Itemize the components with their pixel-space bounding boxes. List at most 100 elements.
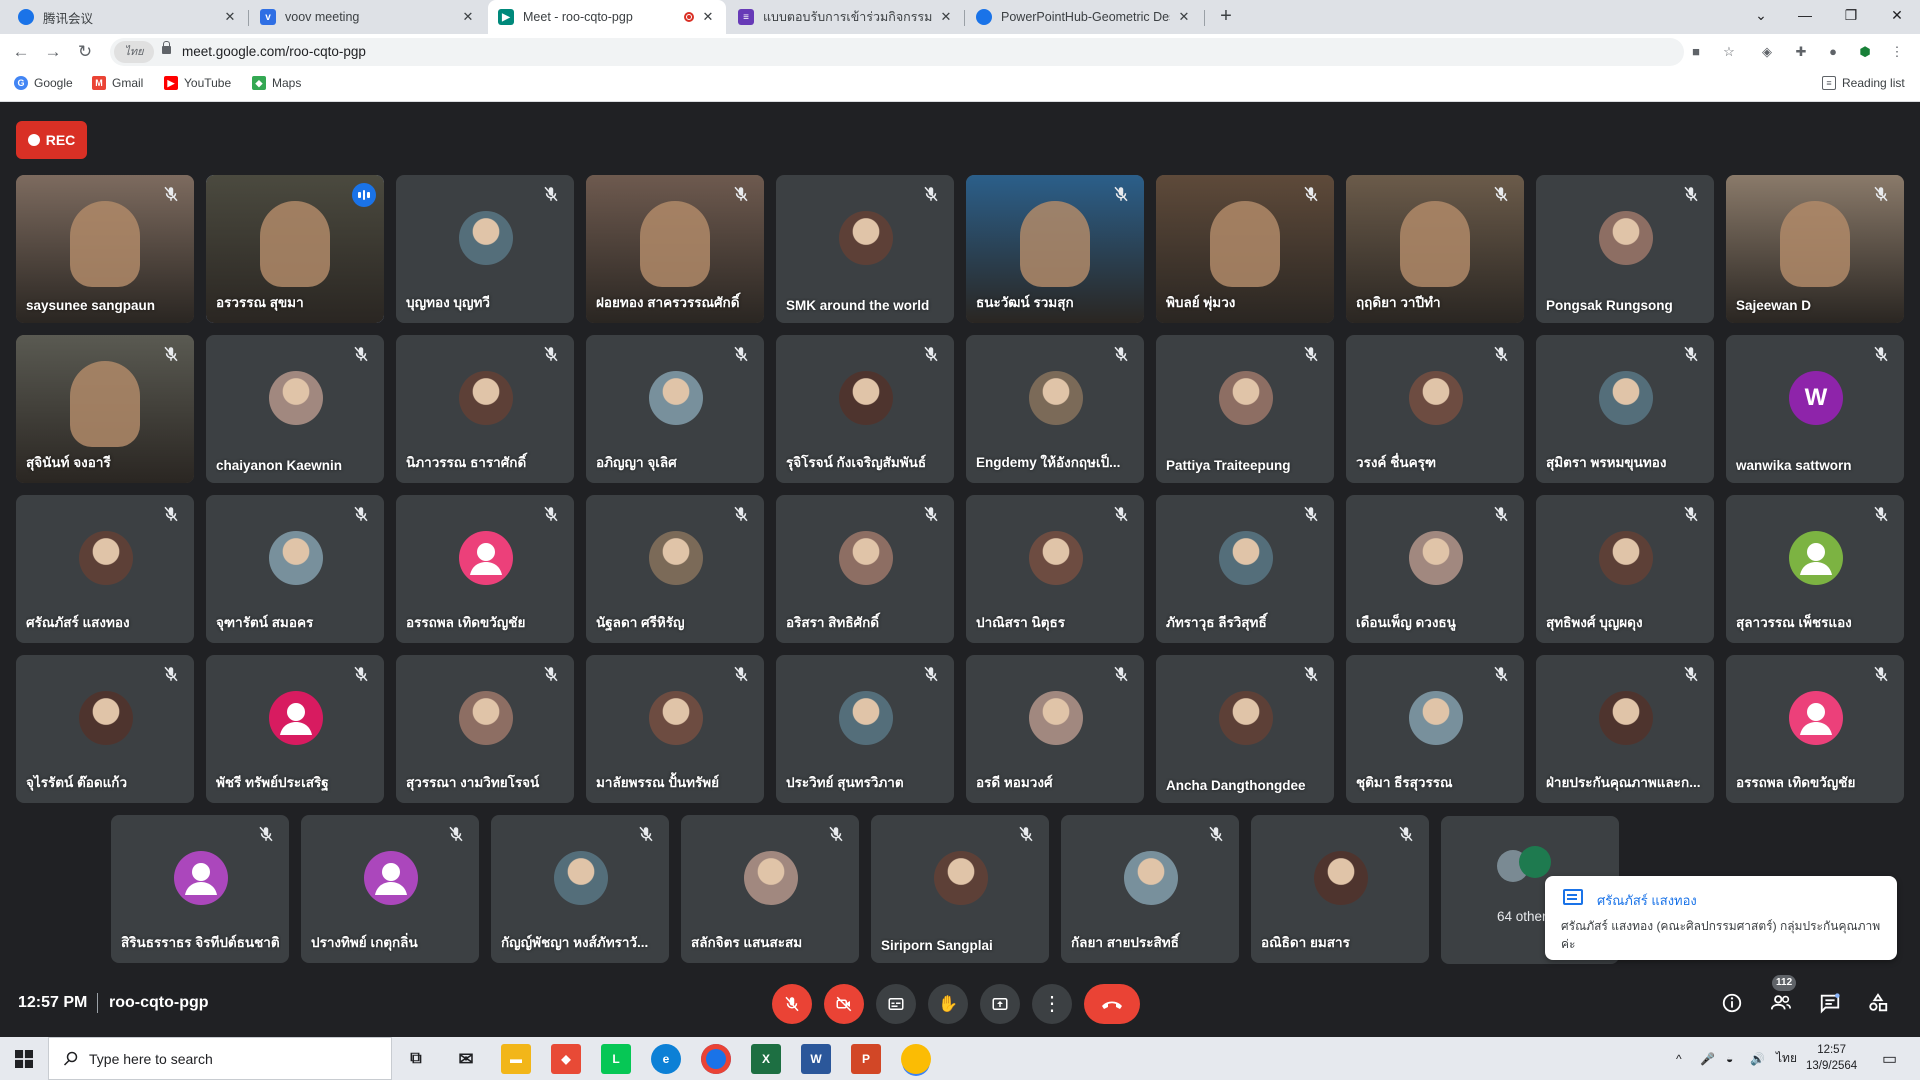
participant-tile[interactable]: อรดี หอมวงศ์ xyxy=(966,655,1144,803)
network-icon[interactable]: ◒ xyxy=(1726,1037,1733,1080)
anydesk-icon[interactable]: ◆ xyxy=(551,1044,581,1074)
chrome-active-icon[interactable] xyxy=(901,1044,931,1074)
camera-toggle-button[interactable] xyxy=(824,984,864,1024)
notification-icon[interactable]: ▭ xyxy=(1882,1037,1897,1080)
participant-tile[interactable]: มาลัยพรรณ ปั้นทรัพย์ xyxy=(586,655,764,803)
participant-tile[interactable]: Ancha Dangthongdee xyxy=(1156,655,1334,803)
participant-tile[interactable]: chaiyanon Kaewnin xyxy=(206,335,384,483)
excel-icon[interactable]: X xyxy=(751,1044,781,1074)
participant-tile[interactable]: ธนะวัฒน์ รวมสุก xyxy=(966,175,1144,323)
participant-tile[interactable]: อรรถพล เทิดขวัญชัย xyxy=(1726,655,1904,803)
participant-tile[interactable]: Siriporn Sangplai xyxy=(871,815,1049,963)
tab-tencent[interactable]: 腾讯会议 ✕ xyxy=(8,0,248,34)
close-icon[interactable]: ✕ xyxy=(1176,9,1192,25)
participant-tile[interactable]: Pattiya Traiteepung xyxy=(1156,335,1334,483)
participant-tile[interactable]: กัญญ์พัชญา หงส์ภัทราวั... xyxy=(491,815,669,963)
chrome-icon[interactable] xyxy=(701,1044,731,1074)
participant-tile[interactable]: บุญทอง บุญทวี xyxy=(396,175,574,323)
tray-mic-icon[interactable]: 🎤 xyxy=(1700,1037,1715,1080)
participant-tile[interactable]: ประวิทย์ สุนทรวิภาต xyxy=(776,655,954,803)
participant-tile[interactable]: อริสรา สิทธิศักดิ์ xyxy=(776,495,954,643)
leave-call-button[interactable] xyxy=(1084,984,1140,1024)
profile-icon[interactable]: ● xyxy=(1824,43,1842,61)
close-icon[interactable]: ✕ xyxy=(938,9,954,25)
lock-icon[interactable] xyxy=(162,41,171,54)
word-icon[interactable]: W xyxy=(801,1044,831,1074)
chat-notification[interactable]: ศรัณภัสร์ แสงทอง ศรัณภัสร์ แสงทอง (คณะศิ… xyxy=(1545,876,1897,960)
participant-tile[interactable]: วรงค์ ชื่นครุฑ xyxy=(1346,335,1524,483)
volume-icon[interactable]: 🔊 xyxy=(1750,1037,1765,1080)
participant-tile[interactable]: ชุติมา ธีรสุวรรณ xyxy=(1346,655,1524,803)
close-icon[interactable]: ✕ xyxy=(700,9,716,25)
extension-icon[interactable]: ◈ xyxy=(1758,43,1776,61)
bookmark-google[interactable]: G Google xyxy=(14,76,73,90)
tab-meet[interactable]: ▶ Meet - roo-cqto-pgp ✕ xyxy=(488,0,726,34)
line-icon[interactable]: L xyxy=(601,1044,631,1074)
participant-tile[interactable]: รุจิโรจน์ กังเจริญสัมพันธ์ xyxy=(776,335,954,483)
participant-tile[interactable]: SMK around the world xyxy=(776,175,954,323)
start-button[interactable] xyxy=(0,1037,48,1080)
people-button[interactable] xyxy=(1768,992,1794,1018)
participant-tile[interactable]: อรวรรณ สุขมา xyxy=(206,175,384,323)
participant-tile[interactable]: ปรางทิพย์ เกตุกลิ่น xyxy=(301,815,479,963)
participant-tile[interactable]: สุลาวรรณ เพ็ชรแอง xyxy=(1726,495,1904,643)
participant-tile[interactable]: สลักจิตร แสนสะสม xyxy=(681,815,859,963)
address-bar[interactable]: ไทย meet.google.com/roo-cqto-pgp xyxy=(110,38,1684,66)
mic-toggle-button[interactable] xyxy=(772,984,812,1024)
chat-button[interactable] xyxy=(1817,992,1843,1018)
participant-tile[interactable]: นัฐลดา ศรีหิรัญ xyxy=(586,495,764,643)
url-text[interactable]: meet.google.com/roo-cqto-pgp xyxy=(182,44,366,59)
present-button[interactable] xyxy=(980,984,1020,1024)
raise-hand-button[interactable]: ✋ xyxy=(928,984,968,1024)
tray-chevron-icon[interactable]: ^ xyxy=(1676,1037,1682,1080)
participant-tile[interactable]: อภิญญา จุเลิศ xyxy=(586,335,764,483)
meeting-details-button[interactable] xyxy=(1719,992,1745,1018)
task-view-icon[interactable]: ⧉ xyxy=(401,1044,431,1074)
participant-tile[interactable]: ฝ่ายประกันคุณภาพและก... xyxy=(1536,655,1714,803)
participant-tile[interactable]: สิรินธรราธร จิรทีปต์ธนชาติ xyxy=(111,815,289,963)
menu-icon[interactable]: ⋮ xyxy=(1888,43,1906,61)
bookmark-gmail[interactable]: M Gmail xyxy=(92,76,143,90)
window-close-button[interactable]: ✕ xyxy=(1874,0,1920,30)
participant-tile[interactable]: อรรถพล เทิดขวัญชัย xyxy=(396,495,574,643)
tab-powerpointhub[interactable]: PowerPointHub-Geometric Desig ✕ xyxy=(966,0,1202,34)
participant-tile[interactable]: Pongsak Rungsong xyxy=(1536,175,1714,323)
participant-tile[interactable]: พัชรี ทรัพย์ประเสริฐ xyxy=(206,655,384,803)
participant-tile[interactable]: สุมิตรา พรหมขุนทอง xyxy=(1536,335,1714,483)
edge-icon[interactable]: e xyxy=(651,1044,681,1074)
tab-forms[interactable]: ≡ แบบตอบรับการเข้าร่วมกิจกรรม KM SS ✕ xyxy=(728,0,964,34)
participant-tile[interactable]: สุทธิพงศ์ บุญผดุง xyxy=(1536,495,1714,643)
reload-button[interactable]: ↻ xyxy=(74,41,96,63)
participant-tile[interactable]: จุฑารัตน์ สมอคร xyxy=(206,495,384,643)
shield-icon[interactable]: ⬢ xyxy=(1856,43,1874,61)
participant-tile[interactable]: Wwanwika sattworn xyxy=(1726,335,1904,483)
powerpoint-icon[interactable]: P xyxy=(851,1044,881,1074)
participant-tile[interactable]: ฝอยทอง สาครวรรณศักดิ์ xyxy=(586,175,764,323)
restore-button[interactable]: ❐ xyxy=(1828,0,1874,30)
participant-tile[interactable]: อณิธิดา ยมสาร xyxy=(1251,815,1429,963)
participant-tile[interactable]: ศรัณภัสร์ แสงทอง xyxy=(16,495,194,643)
participant-tile[interactable]: สุวรรณา งามวิทยโรจน์ xyxy=(396,655,574,803)
back-button[interactable]: ← xyxy=(10,41,32,63)
participant-tile[interactable]: กัลยา สายประสิทธิ์ xyxy=(1061,815,1239,963)
mail-icon[interactable]: ✉ xyxy=(451,1044,481,1074)
new-tab-button[interactable]: + xyxy=(1214,5,1238,29)
captions-button[interactable] xyxy=(876,984,916,1024)
bookmark-youtube[interactable]: ▶ YouTube xyxy=(164,76,231,90)
tab-voov[interactable]: v voov meeting ✕ xyxy=(250,0,486,34)
taskbar-search[interactable]: Type here to search xyxy=(48,1037,392,1080)
activities-button[interactable] xyxy=(1865,992,1891,1018)
input-language-chip[interactable]: ไทย xyxy=(114,41,154,63)
participant-tile[interactable]: saysunee sangpaun xyxy=(16,175,194,323)
close-icon[interactable]: ✕ xyxy=(222,9,238,25)
minimize-button[interactable]: — xyxy=(1782,0,1828,30)
participant-tile[interactable]: สุจินันท์ จงอารี xyxy=(16,335,194,483)
bookmark-star-icon[interactable]: ☆ xyxy=(1720,43,1738,61)
participant-tile[interactable]: นิภาวรรณ ธาราศักดิ์ xyxy=(396,335,574,483)
file-explorer-icon[interactable]: ▬ xyxy=(501,1044,531,1074)
reading-list[interactable]: ≡ Reading list xyxy=(1822,76,1905,90)
participant-tile[interactable]: ฤฤดิยา วาปีทำ xyxy=(1346,175,1524,323)
participant-tile[interactable]: จุไรรัตน์ ต๊อดแก้ว xyxy=(16,655,194,803)
tab-search-icon[interactable]: ⌄ xyxy=(1738,0,1784,30)
recording-indicator[interactable]: REC xyxy=(16,121,87,159)
